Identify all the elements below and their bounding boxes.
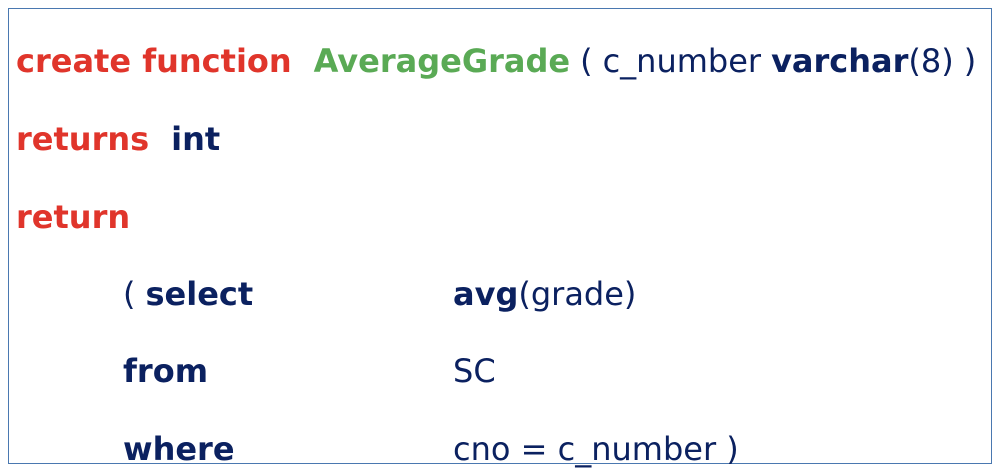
code-listing-box: create function AverageGrade(c_number varc…: [8, 8, 992, 468]
table-name: SC: [453, 352, 496, 390]
code-line-from: from SC: [123, 351, 496, 391]
code-line-where: where cno = c_number ): [123, 429, 739, 469]
parameter-size: (8): [908, 42, 954, 80]
select-open-paren: (: [123, 275, 136, 313]
keyword-select: select: [145, 275, 254, 313]
avg-argument: (grade): [518, 275, 637, 313]
keyword-create-function: create function: [16, 42, 292, 80]
function-avg: avg: [453, 275, 519, 313]
parameter-type: varchar: [771, 42, 909, 80]
code-line-returns: returns int: [16, 119, 220, 159]
open-paren: (: [580, 42, 593, 80]
return-type: int: [171, 120, 221, 158]
parameter-name: c_number: [602, 42, 762, 80]
code-line-create-function: create function AverageGrade(c_number varc…: [16, 41, 976, 81]
close-paren: ): [963, 42, 977, 80]
function-name: AverageGrade: [313, 42, 571, 80]
code-line-select: (select avg(grade): [123, 274, 636, 314]
keyword-from: from: [123, 352, 209, 390]
select-expression: avg(grade): [453, 274, 636, 314]
keyword-returns: returns: [16, 120, 150, 158]
where-condition: cno = c_number ): [453, 430, 739, 468]
keyword-return: return: [16, 198, 131, 236]
keyword-where: where: [123, 430, 235, 468]
code-line-return: return: [16, 197, 130, 237]
